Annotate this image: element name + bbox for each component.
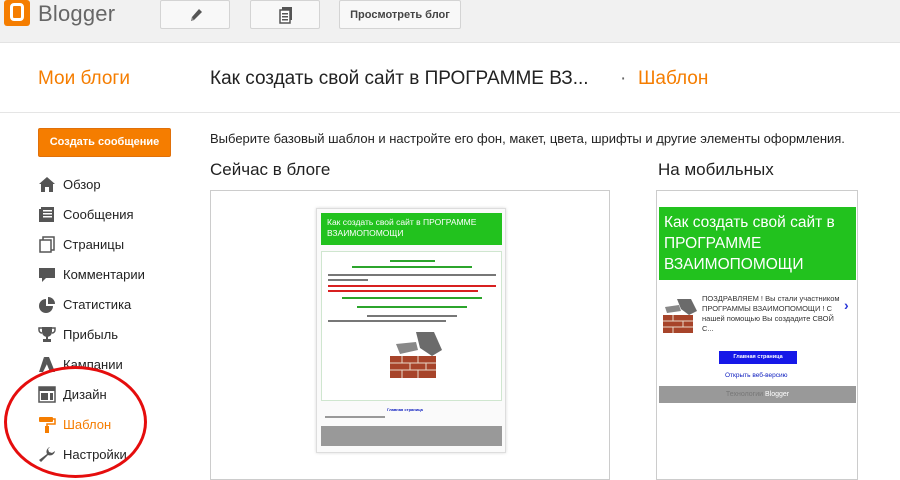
mobile-post-text: ПОЗДРАВЛЯЕМ ! Вы стали участником ПРОГРА… — [702, 294, 840, 333]
preview-text-line — [328, 285, 496, 287]
new-post-toolbar-button[interactable] — [160, 0, 230, 29]
pencil-icon — [191, 9, 202, 21]
sidebar-item-posts[interactable]: Сообщения — [38, 200, 178, 230]
preview-blog-title: Как создать свой сайт в ПРОГРАММЕ ВЗАИМО… — [321, 213, 502, 245]
sidebar-item-label: Обзор — [63, 177, 101, 192]
mobile-post-snippet: ПОЗДРАВЛЯЕМ ! Вы стали участником ПРОГРА… — [659, 291, 856, 343]
posts-icon — [39, 207, 54, 222]
breadcrumb-separator: · — [620, 68, 627, 89]
current-template-heading: Сейчас в блоге — [210, 160, 331, 179]
chevron-right-icon[interactable]: › — [844, 297, 849, 313]
pages-icon — [279, 7, 292, 24]
bricklayer-thumbnail — [663, 299, 697, 333]
mobile-home-button: Главная страница — [719, 351, 797, 364]
page-header: Мои блоги Как создать свой сайт в ПРОГРА… — [0, 44, 900, 113]
mobile-footer-prefix: Технологии — [725, 391, 764, 398]
preview-home-link: Главная страница — [387, 407, 423, 412]
home-icon — [39, 177, 55, 192]
annotation-circle — [4, 366, 147, 478]
mobile-footer: Технологии Blogger — [659, 386, 856, 403]
my-blogs-link[interactable]: Мои блоги — [38, 68, 130, 90]
sidebar-item-earnings[interactable]: Прибыль — [38, 320, 178, 350]
template-description: Выберите базовый шаблон и настройте его … — [210, 131, 845, 146]
preview-text-line — [328, 320, 446, 322]
mobile-template-preview[interactable]: Как создать свой сайт в ПРОГРАММЕ ВЗАИМО… — [656, 190, 858, 480]
preview-footer-bar — [321, 426, 502, 446]
sidebar-item-pages[interactable]: Страницы — [38, 230, 178, 260]
sidebar-item-label: Статистика — [63, 297, 132, 312]
app-name[interactable]: Blogger — [38, 1, 115, 27]
comment-icon — [39, 268, 55, 282]
preview-text-line — [328, 274, 496, 276]
preview-post-body — [321, 251, 502, 401]
view-blog-button[interactable]: Просмотреть блог — [339, 0, 461, 29]
blog-title[interactable]: Как создать свой сайт в ПРОГРАММЕ ВЗ... — [210, 68, 589, 90]
bricklayer-image — [390, 332, 442, 378]
sidebar-item-label: Прибыль — [63, 327, 118, 342]
create-post-button[interactable]: Создать сообщение — [38, 128, 171, 157]
preview-text-line — [342, 297, 482, 299]
preview-text-line — [367, 315, 457, 317]
sidebar-item-stats[interactable]: Статистика — [38, 290, 178, 320]
pages-toolbar-button[interactable] — [250, 0, 320, 29]
preview-text-line — [328, 279, 368, 281]
preview-text-line — [357, 306, 467, 308]
preview-footer-text — [325, 416, 385, 418]
sidebar-item-overview[interactable]: Обзор — [38, 170, 178, 200]
pie-chart-icon — [39, 297, 55, 313]
preview-text-line — [352, 266, 472, 268]
sidebar-item-label: Сообщения — [63, 207, 134, 222]
pages-icon — [39, 236, 55, 253]
sidebar-item-label: Страницы — [63, 237, 125, 252]
sidebar-item-comments[interactable]: Комментарии — [38, 260, 178, 290]
trophy-icon — [38, 327, 56, 342]
top-bar: Blogger Просмотреть блог — [0, 0, 900, 43]
mobile-template-heading: На мобильных — [658, 160, 774, 179]
preview-text-line — [390, 260, 435, 262]
blogger-logo-icon[interactable] — [4, 0, 30, 26]
preview-blog-page: Как создать свой сайт в ПРОГРАММЕ ВЗАИМО… — [316, 208, 506, 453]
sidebar-item-label: Комментарии — [63, 267, 145, 282]
mobile-web-version-link: Открыть веб-версию — [725, 372, 788, 379]
preview-text-line — [328, 290, 478, 292]
page-title: Шаблон — [638, 68, 709, 89]
mobile-footer-brand: Blogger — [764, 391, 790, 398]
mobile-blog-title: Как создать свой сайт в ПРОГРАММЕ ВЗАИМО… — [659, 207, 856, 280]
desktop-template-preview[interactable]: Как создать свой сайт в ПРОГРАММЕ ВЗАИМО… — [210, 190, 610, 480]
